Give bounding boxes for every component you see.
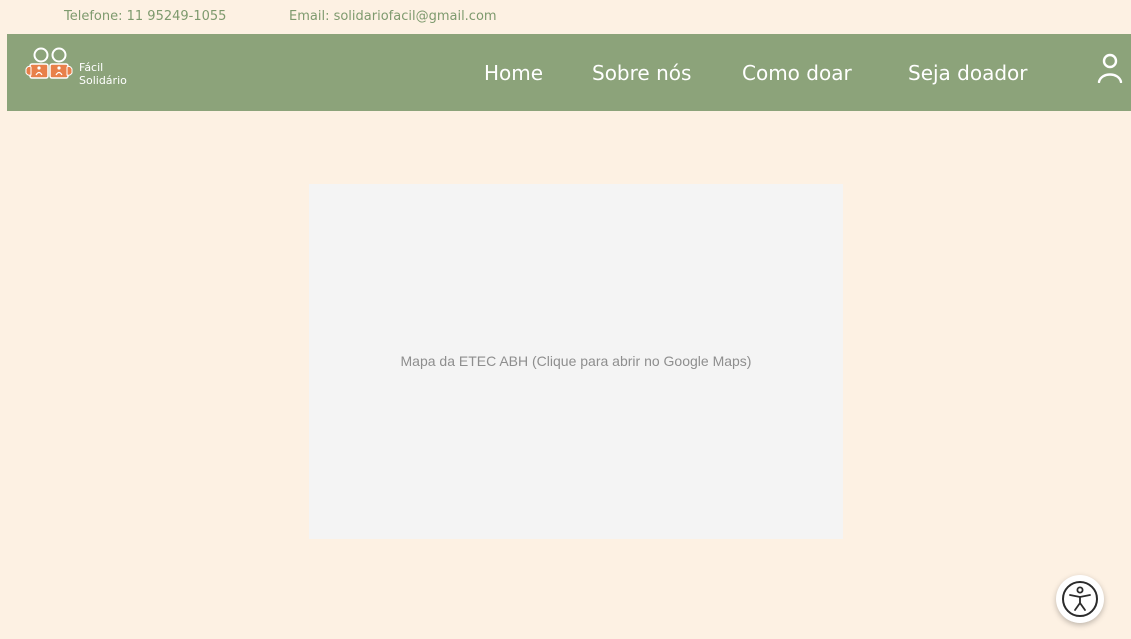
donation-logo-icon	[25, 47, 73, 79]
nav-sobre-nos[interactable]: Sobre nós	[592, 61, 691, 85]
contact-bar: Telefone: 11 95249-1055 Email: solidario…	[0, 0, 1131, 34]
map-placeholder[interactable]: Mapa da ETEC ABH (Clique para abrir no G…	[309, 184, 843, 539]
nav-home[interactable]: Home	[484, 61, 543, 85]
accessibility-icon	[1062, 581, 1098, 617]
main-navbar: Fácil Solidário Home Sobre nós Como doar…	[7, 34, 1131, 111]
nav-como-doar[interactable]: Como doar	[742, 61, 852, 85]
email-text[interactable]: Email: solidariofacil@gmail.com	[289, 9, 497, 24]
logo-line-2: Solidário	[79, 74, 127, 87]
nav-seja-doador[interactable]: Seja doador	[908, 61, 1028, 85]
map-caption: Mapa da ETEC ABH (Clique para abrir no G…	[400, 353, 752, 369]
phone-text: Telefone: 11 95249-1055	[64, 9, 227, 24]
site-logo[interactable]: Fácil Solidário	[23, 47, 143, 91]
logo-text: Fácil Solidário	[79, 61, 127, 87]
user-icon[interactable]	[1097, 53, 1123, 83]
logo-line-1: Fácil	[79, 61, 104, 74]
accessibility-button[interactable]	[1056, 575, 1104, 623]
